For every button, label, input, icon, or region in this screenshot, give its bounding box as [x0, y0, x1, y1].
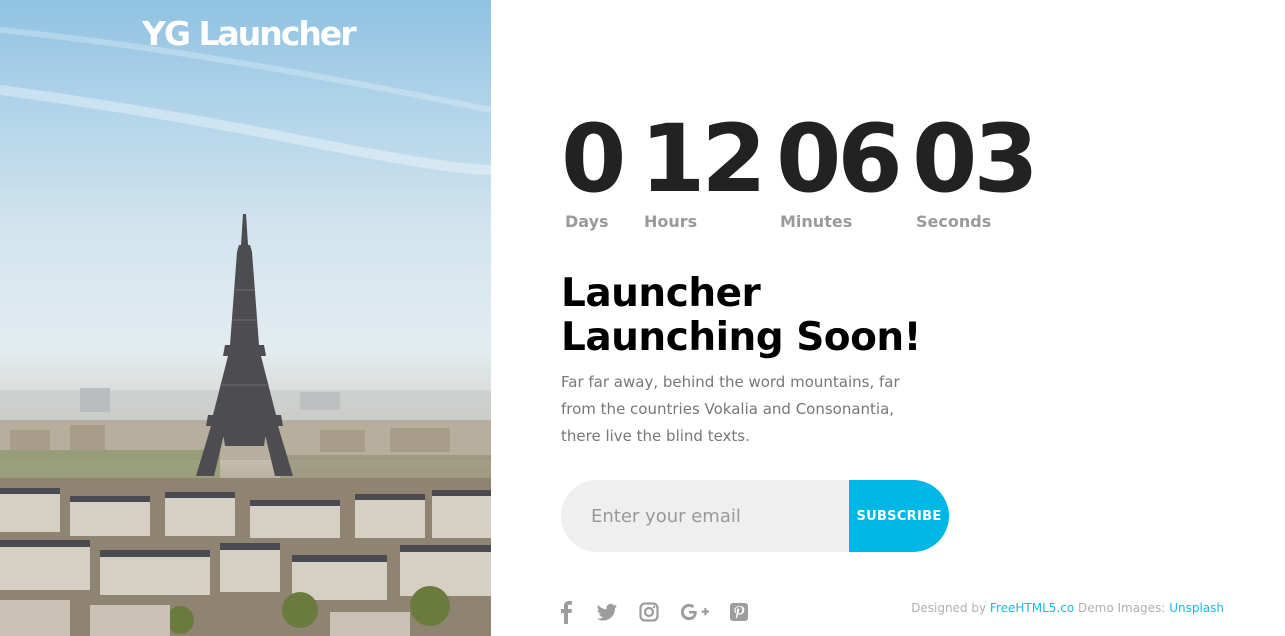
- countdown-days-value: 0: [561, 105, 626, 214]
- countdown-hours: 12 Hours: [640, 105, 767, 232]
- pinterest-icon[interactable]: [729, 600, 755, 626]
- countdown-minutes: 06 Minutes: [776, 105, 903, 232]
- designed-by-text: Designed by: [911, 601, 987, 615]
- countdown-minutes-label: Minutes: [780, 212, 853, 231]
- page-description: Far far away, behind the word mountains,…: [561, 373, 900, 445]
- subscribe-form: SUBSCRIBE: [561, 480, 949, 552]
- hero-image: [0, 0, 491, 636]
- countdown-minutes-value: 06: [776, 105, 903, 214]
- footer-credits: Designed by FreeHTML5.co Demo Images: Un…: [911, 601, 1224, 615]
- countdown-seconds-value: 03: [912, 105, 1039, 214]
- countdown-seconds: 03 Seconds: [912, 105, 1039, 232]
- demo-images-text: Demo Images:: [1078, 601, 1166, 615]
- brand-logo[interactable]: YG Launcher: [142, 14, 356, 53]
- countdown-seconds-label: Seconds: [916, 212, 992, 231]
- countdown-hours-value: 12: [640, 105, 767, 214]
- countdown-days-label: Days: [565, 212, 609, 231]
- freehtml5-link[interactable]: FreeHTML5.co: [990, 601, 1074, 615]
- countdown-hours-label: Hours: [644, 212, 698, 231]
- unsplash-link[interactable]: Unsplash: [1169, 601, 1224, 615]
- page-title-line2: Launching Soon!: [561, 315, 921, 360]
- twitter-icon[interactable]: [596, 600, 622, 626]
- google-plus-icon[interactable]: [680, 600, 709, 626]
- countdown-days: 0 Days: [561, 105, 626, 232]
- paris-eiffel-tower-illustration: [0, 27, 491, 636]
- email-input[interactable]: [561, 480, 849, 552]
- page-title: Launcher Launching Soon!: [561, 272, 981, 360]
- facebook-icon[interactable]: [559, 600, 585, 626]
- subscribe-button[interactable]: SUBSCRIBE: [849, 480, 949, 552]
- instagram-icon[interactable]: [639, 600, 665, 626]
- page-title-line1: Launcher: [561, 271, 761, 316]
